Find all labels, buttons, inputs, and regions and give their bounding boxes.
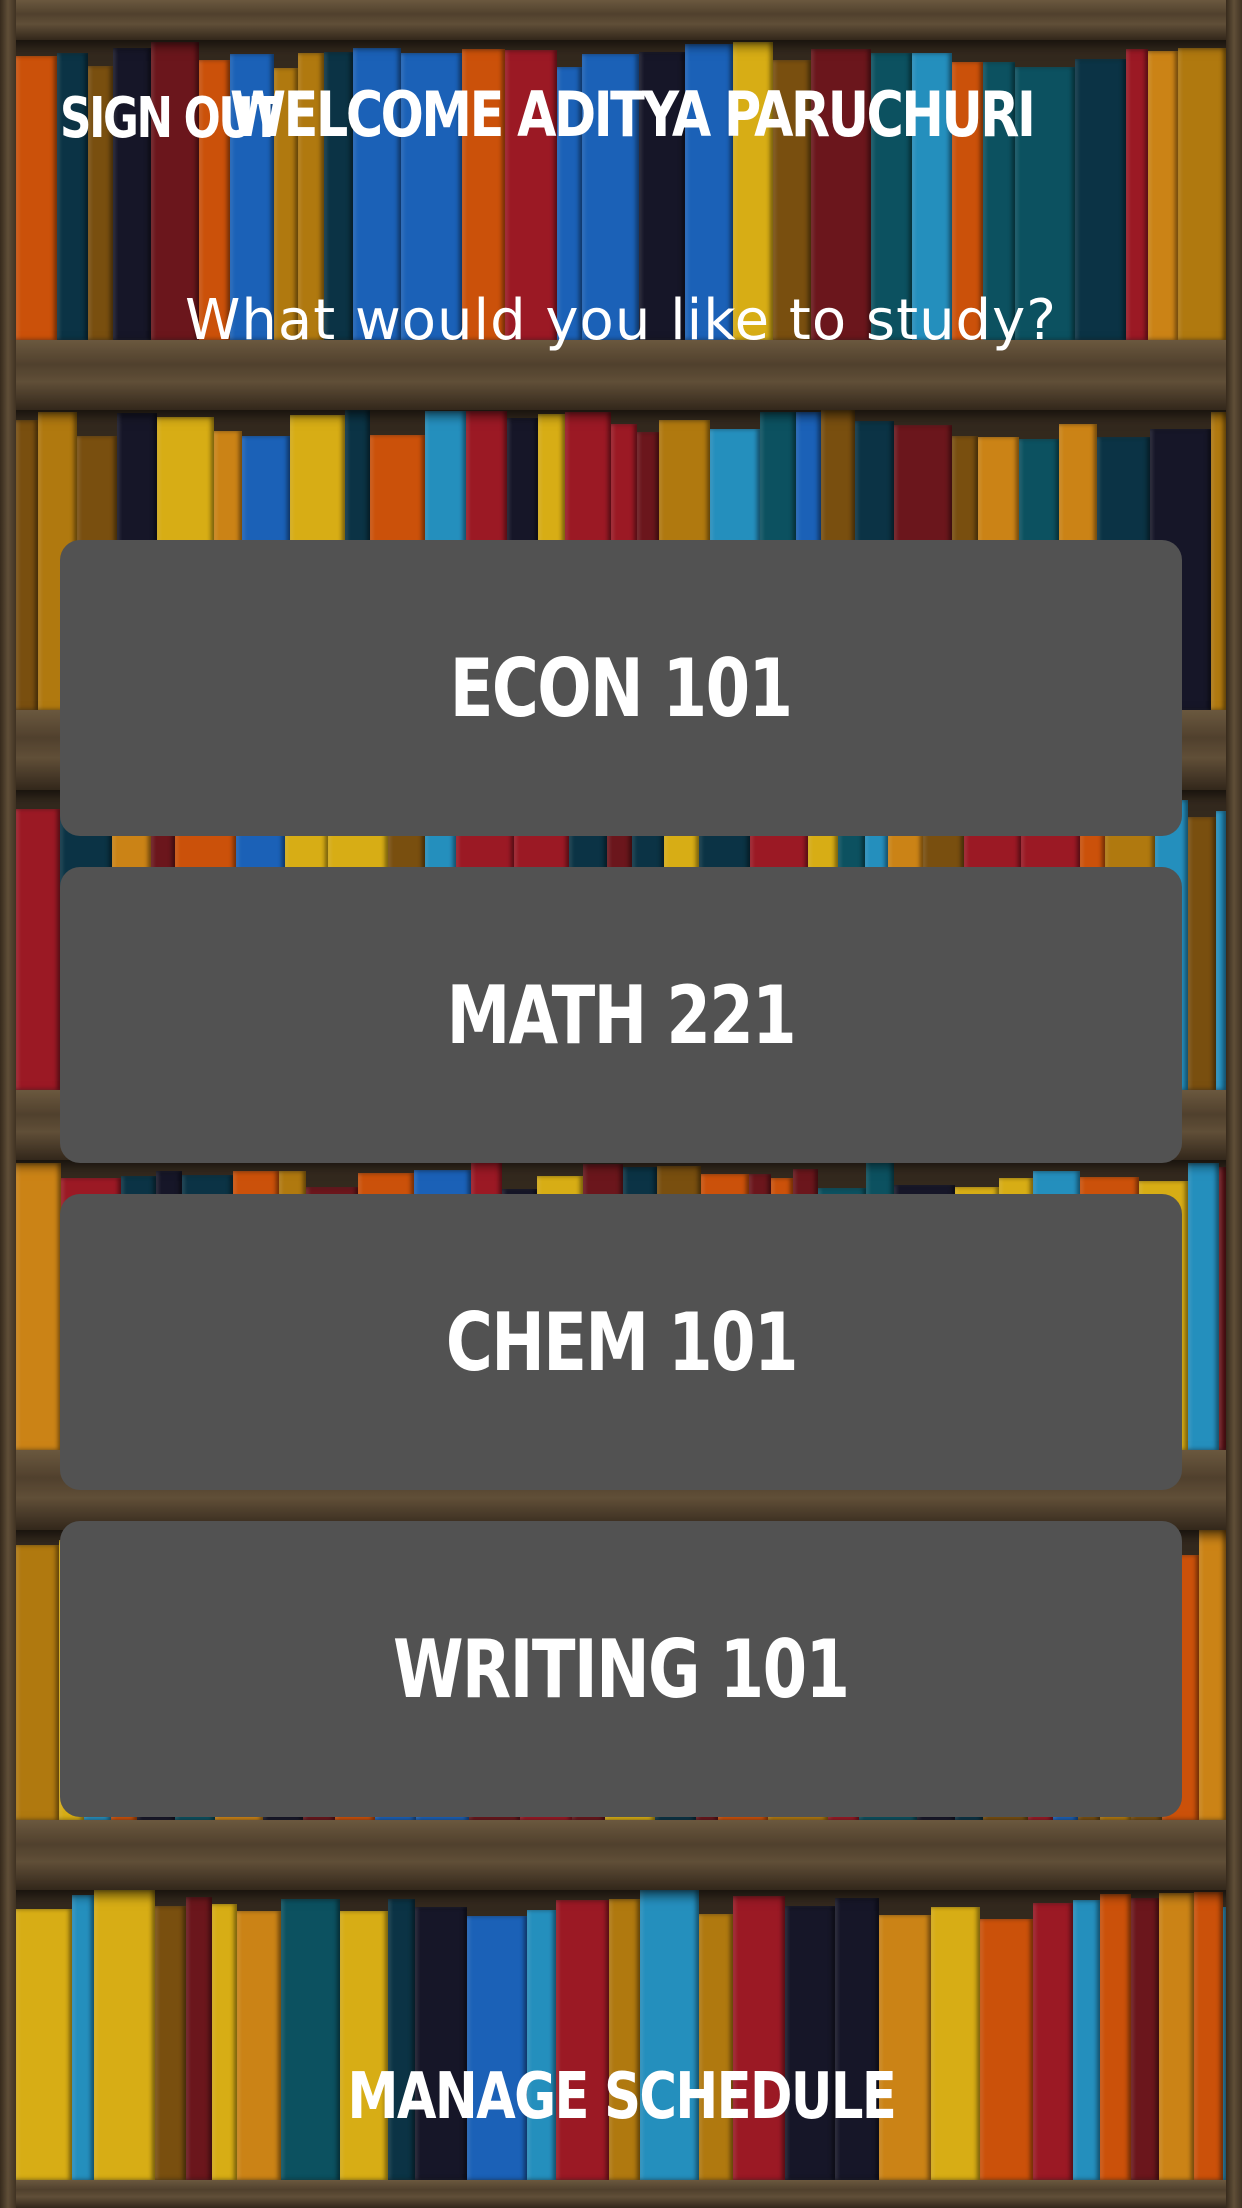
course-button-label: CHEM 101	[445, 1295, 798, 1389]
course-button-econ-101[interactable]: ECON 101	[60, 540, 1182, 836]
course-button-math-221[interactable]: MATH 221	[60, 867, 1182, 1163]
manage-schedule-button[interactable]: MANAGE SCHEDULE	[0, 2060, 1242, 2134]
study-prompt: What would you like to study?	[185, 288, 1057, 353]
welcome-title: WELCOME ADITYA PARUCHURI	[230, 78, 1036, 151]
course-button-label: ECON 101	[450, 641, 793, 735]
course-button-chem-101[interactable]: CHEM 101	[60, 1194, 1182, 1490]
manage-schedule-label: MANAGE SCHEDULE	[347, 2060, 896, 2134]
course-button-label: WRITING 101	[393, 1622, 850, 1716]
course-button-writing-101[interactable]: WRITING 101	[60, 1521, 1182, 1817]
course-button-label: MATH 221	[446, 968, 797, 1062]
